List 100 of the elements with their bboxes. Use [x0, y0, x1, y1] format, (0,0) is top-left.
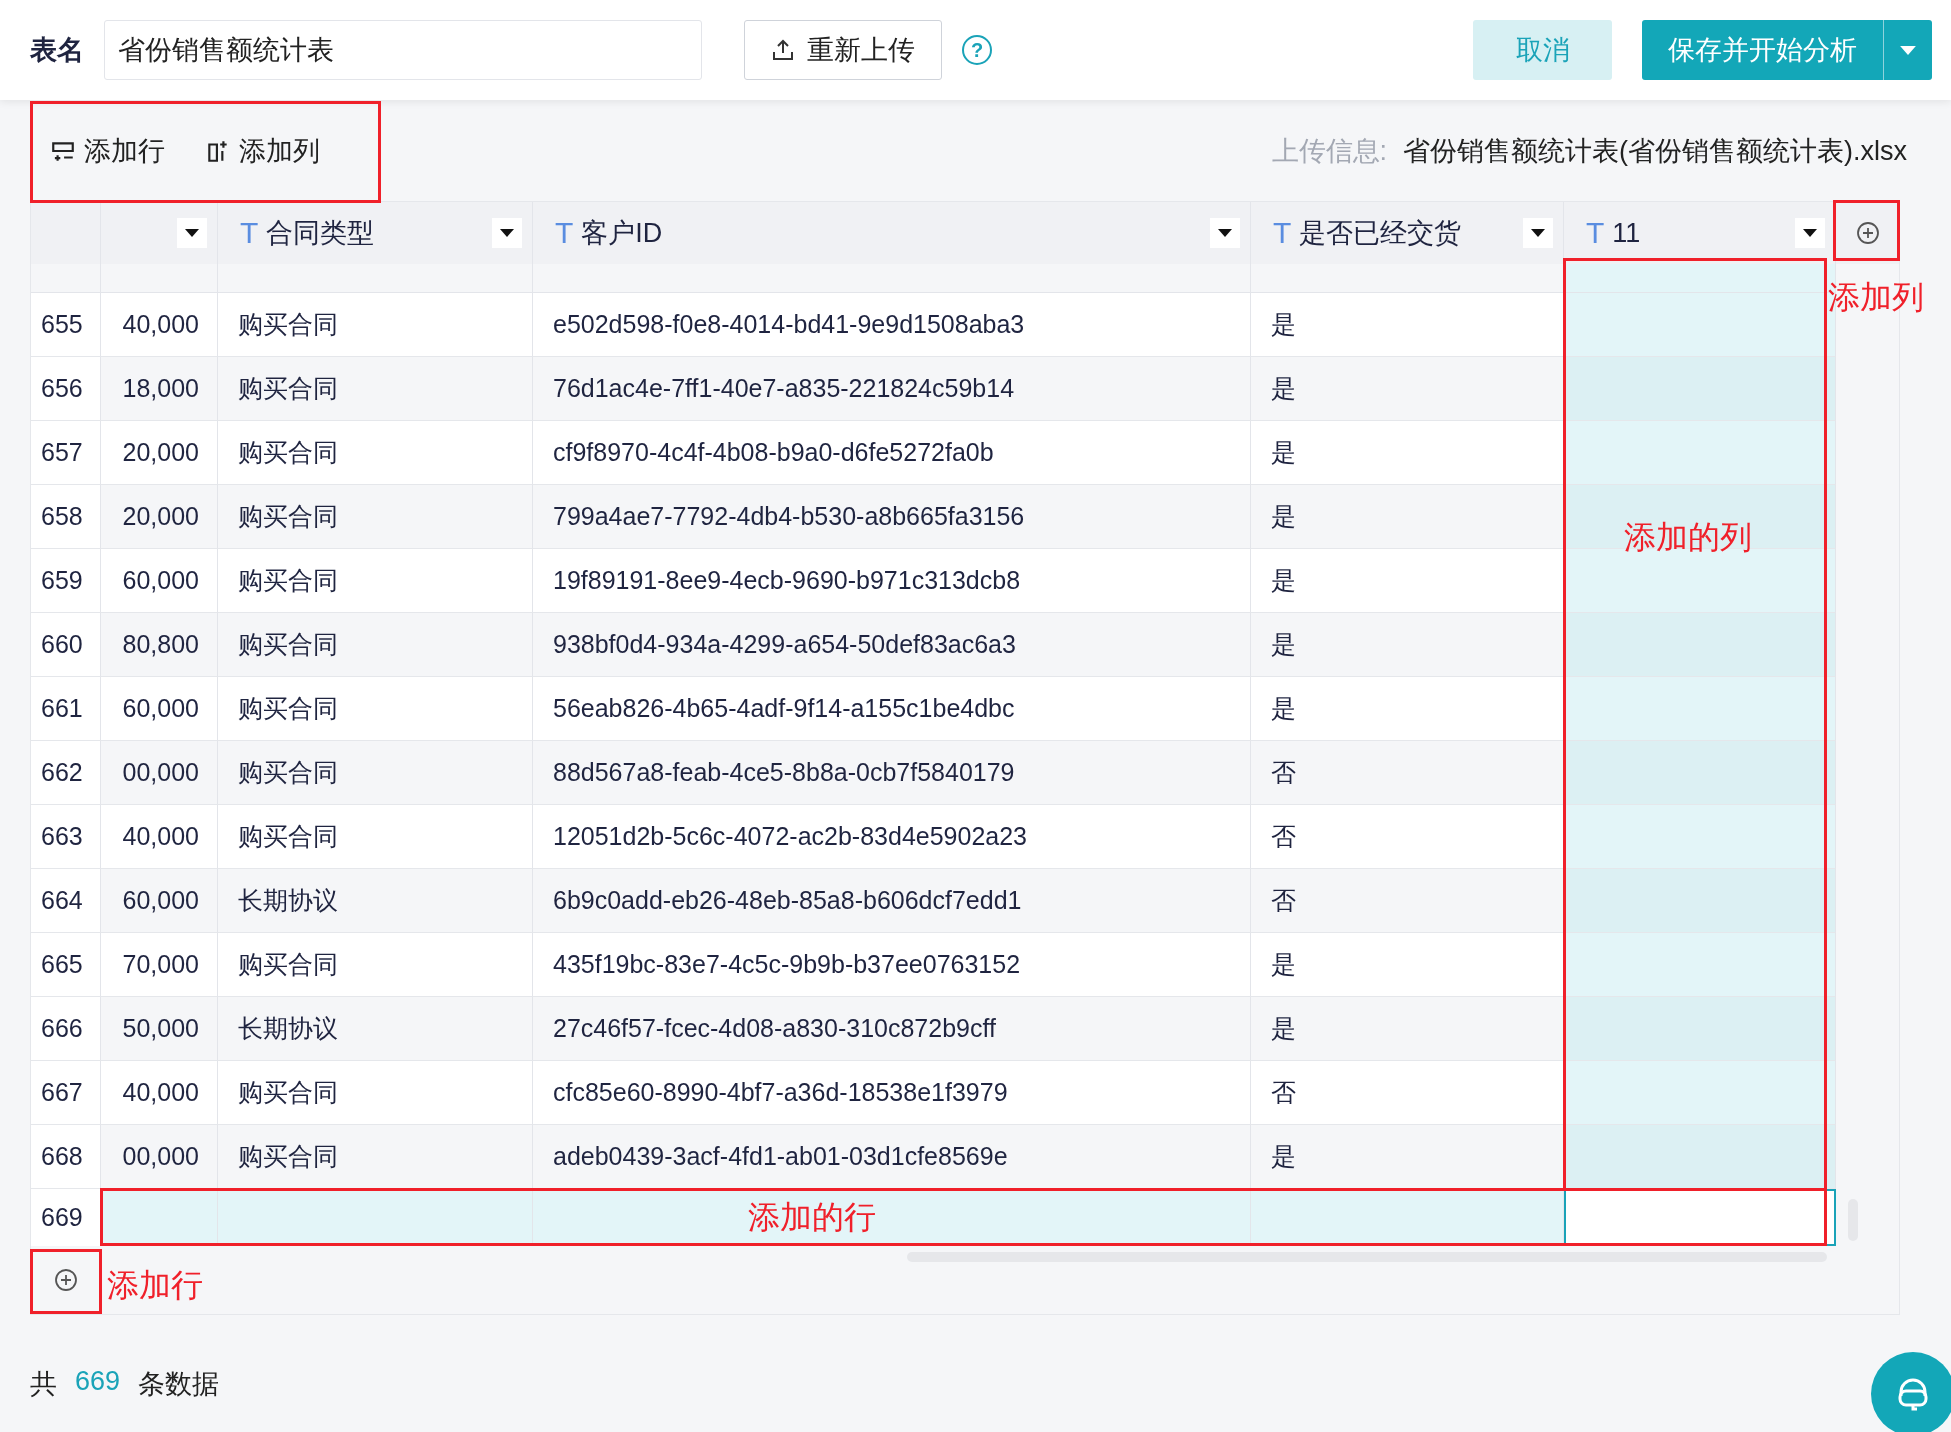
table-cell: 19f89191-8ee9-4ecb-9690-b971c313dcb8 — [533, 549, 1251, 613]
add-row-plus-icon[interactable] — [54, 1268, 78, 1292]
table-cell: 是 — [1251, 549, 1564, 613]
footer-text: 条数据 — [138, 1368, 220, 1401]
caret-icon — [185, 229, 199, 237]
table-cell: 购买合同 — [218, 293, 533, 357]
table-cell: 76d1ac4e-7ff1-40e7-a835-221824c59b14 — [533, 357, 1251, 421]
table-cell: 是 — [1251, 677, 1564, 741]
table-cell: 60,000 — [101, 869, 218, 933]
reupload-button[interactable]: 重新上传 — [744, 20, 942, 80]
table-cell: 否 — [1251, 805, 1564, 869]
table-cell: 是 — [1251, 933, 1564, 997]
table-cell: 70,000 — [101, 933, 218, 997]
column-name: 合同类型 — [266, 217, 376, 250]
table-cell: 40,000 — [101, 1061, 218, 1125]
row-number: 657 — [31, 421, 101, 485]
table-cell: 购买合同 — [218, 421, 533, 485]
caret-icon — [500, 229, 514, 237]
table-cell: 20,000 — [101, 485, 218, 549]
caret-icon — [1218, 229, 1232, 237]
annotation-box — [30, 1249, 102, 1314]
column-name: 客户ID — [581, 217, 664, 250]
table-cell: 购买合同 — [218, 357, 533, 421]
table-cell: 40,000 — [101, 293, 218, 357]
row-number: 656 — [31, 357, 101, 421]
table-cell: 88d567a8-feab-4ce5-8b8a-0cb7f5840179 — [533, 741, 1251, 805]
table-cell: 长期协议 — [218, 997, 533, 1061]
caret-icon — [1803, 229, 1817, 237]
table-cell: e502d598-f0e8-4014-bd41-9e9d1508aba3 — [533, 293, 1251, 357]
annotation-label: 添加列 — [1828, 278, 1924, 317]
row-number: 666 — [31, 997, 101, 1061]
row-number: 665 — [31, 933, 101, 997]
table-cell: 是 — [1251, 293, 1564, 357]
annotation-label: 添加行 — [107, 1266, 203, 1305]
table-name-label: 表名 — [30, 34, 84, 67]
row-number: 659 — [31, 549, 101, 613]
caret-icon — [1531, 229, 1545, 237]
add-row-button[interactable]: 添加行 — [50, 132, 165, 169]
column-name: 是否已经交货 — [1299, 217, 1463, 250]
table-name-field[interactable]: 省份销售额统计表 — [104, 20, 702, 80]
table-cell: 购买合同 — [218, 741, 533, 805]
table-cell: 长期协议 — [218, 869, 533, 933]
row-number: 660 — [31, 613, 101, 677]
annotation-box — [1833, 200, 1900, 261]
row-number: 658 — [31, 485, 101, 549]
table-cell: 6b9c0add-eb26-48eb-85a8-b606dcf7edd1 — [533, 869, 1251, 933]
table-cell: 27c46f57-fcec-4d08-a830-310c872b9cff — [533, 997, 1251, 1061]
row-number: 661 — [31, 677, 101, 741]
table-cell: 60,000 — [101, 677, 218, 741]
table-cell: 18,000 — [101, 357, 218, 421]
table-cell: 435f19bc-83e7-4c5c-9b9b-b37ee0763152 — [533, 933, 1251, 997]
caret-icon — [1900, 45, 1916, 55]
save-dropdown-button[interactable] — [1883, 20, 1932, 80]
add-column-button[interactable]: 添加列 — [205, 132, 320, 169]
footer-text: 共 — [30, 1368, 57, 1401]
row-number: 655 — [31, 293, 101, 357]
table-cell: 00,000 — [101, 741, 218, 805]
table-cell: 12051d2b-5c6c-4072-ac2b-83d4e5902a23 — [533, 805, 1251, 869]
dropdown-button[interactable] — [1795, 218, 1825, 248]
dropdown-button[interactable] — [1523, 218, 1553, 248]
text-type-icon: T — [1586, 216, 1605, 250]
table-cell: 938bf0d4-934a-4299-a654-50def83ac6a3 — [533, 613, 1251, 677]
dropdown-button[interactable] — [492, 218, 522, 248]
annotation-label: 添加的列 — [1624, 518, 1752, 557]
add-column-plus-icon[interactable] — [1855, 221, 1880, 245]
table-cell: 购买合同 — [218, 677, 533, 741]
table-cell: 40,000 — [101, 805, 218, 869]
dropdown-button[interactable] — [177, 218, 207, 248]
row-number: 663 — [31, 805, 101, 869]
table-cell: 是 — [1251, 421, 1564, 485]
table-cell: 799a4ae7-7792-4db4-b530-a8b665fa3156 — [533, 485, 1251, 549]
annotation-label: 添加的行 — [748, 1198, 876, 1237]
upload-icon — [771, 38, 795, 62]
table-cell: cf9f8970-4c4f-4b08-b9a0-d6fe5272fa0b — [533, 421, 1251, 485]
table-cell: 56eab826-4b65-4adf-9f14-a155c1be4dbc — [533, 677, 1251, 741]
table-cell: 80,800 — [101, 613, 218, 677]
row-number: 669 — [31, 1189, 101, 1246]
table-cell: 购买合同 — [218, 549, 533, 613]
table-cell: 购买合同 — [218, 805, 533, 869]
table-cell: 否 — [1251, 1061, 1564, 1125]
record-count: 669 — [75, 1366, 121, 1398]
text-type-icon: T — [240, 216, 259, 250]
table-cell: 50,000 — [101, 997, 218, 1061]
table-cell: 购买合同 — [218, 485, 533, 549]
row-number: 664 — [31, 869, 101, 933]
table-cell: 购买合同 — [218, 1061, 533, 1125]
upload-info-value: 省份销售额统计表(省份销售额统计表).xlsx — [1403, 134, 1907, 168]
table-cell: 购买合同 — [218, 933, 533, 997]
dropdown-button[interactable] — [1210, 218, 1240, 248]
row-number: 667 — [31, 1061, 101, 1125]
row-number: 662 — [31, 741, 101, 805]
upload-info-label: 上传信息: — [1271, 134, 1387, 168]
table-cell: 购买合同 — [218, 613, 533, 677]
text-type-icon: T — [555, 216, 574, 250]
table-cell: cfc85e60-8990-4bf7-a36d-18538e1f3979 — [533, 1061, 1251, 1125]
table-cell: 60,000 — [101, 549, 218, 613]
text-type-icon: T — [1273, 216, 1292, 250]
column-name: 11 — [1612, 217, 1642, 249]
table-cell: 20,000 — [101, 421, 218, 485]
row-number: 668 — [31, 1125, 101, 1189]
